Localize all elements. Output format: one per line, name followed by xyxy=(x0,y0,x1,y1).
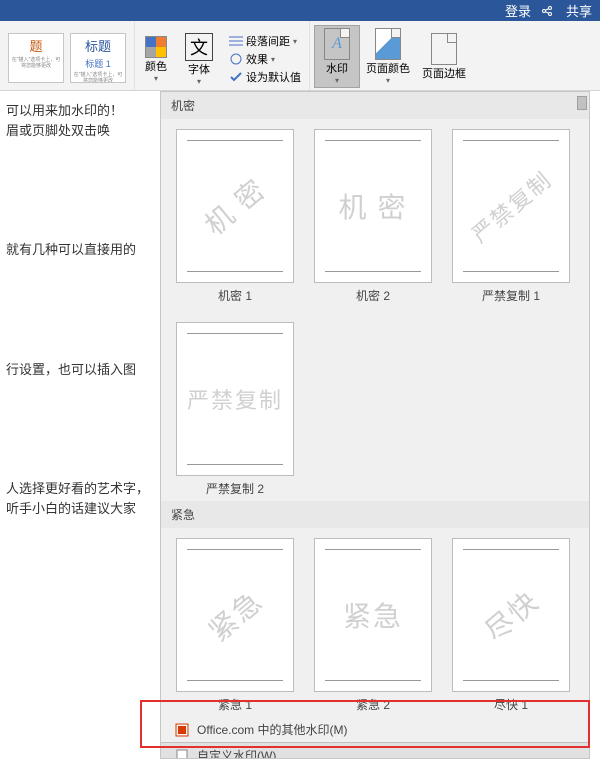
chevron-down-icon: ▾ xyxy=(154,74,158,83)
style-box[interactable]: 标题 标题 1 在"描入"选项卡上，可将您能够更改 xyxy=(70,33,126,83)
office-icon xyxy=(175,723,189,737)
watermark-button[interactable]: A 水印 ▾ xyxy=(314,25,360,88)
colors-button[interactable]: 颜色 ▾ xyxy=(139,31,173,88)
fonts-button[interactable]: 文 字体 ▾ xyxy=(179,31,219,88)
colors-icon xyxy=(145,36,167,58)
login-button[interactable]: 登录 xyxy=(505,1,531,20)
effects-icon xyxy=(229,53,243,65)
font-icon: 文 xyxy=(185,33,213,61)
watermark-option[interactable]: 机 密 机密 2 xyxy=(313,129,433,304)
effects-button[interactable]: 效果▾ xyxy=(229,51,301,67)
custom-watermark[interactable]: 自定义水印(W)... xyxy=(161,742,589,759)
page-background-group: A 水印 ▾ 页面颜色 ▾ 页面边框 xyxy=(310,21,476,90)
document-body: 可以用来加水印的！眉或页脚处双击唤 就有几种可以直接用的 行设置，也可以插入图 … xyxy=(0,91,160,536)
title-bar: 登录 共享 xyxy=(0,0,600,21)
share-icon xyxy=(541,5,553,17)
watermark-gallery: 机密 机 密 机密 1 机 密 机密 2 严禁复制 严禁复制 1 严禁复制 严禁… xyxy=(160,91,590,759)
theme-group: 颜色 ▾ 文 字体 ▾ 段落间距▾ 效果▾ 设为默认值 xyxy=(135,21,310,90)
chevron-down-icon: ▾ xyxy=(197,77,201,86)
more-office-watermarks[interactable]: Office.com 中的其他水印(M) xyxy=(161,717,589,742)
paragraph-spacing-button[interactable]: 段落间距▾ xyxy=(229,33,301,49)
watermark-option[interactable]: 机 密 机密 1 xyxy=(175,129,295,304)
page-color-button[interactable]: 页面颜色 ▾ xyxy=(360,25,416,88)
check-icon xyxy=(229,71,243,83)
watermark-option[interactable]: 紧急 紧急 2 xyxy=(313,538,433,713)
page-color-icon xyxy=(375,28,401,60)
gallery-section-header: 机密 xyxy=(161,92,589,119)
watermark-option[interactable]: 严禁复制 严禁复制 1 xyxy=(451,129,571,304)
set-default-button[interactable]: 设为默认值 xyxy=(229,69,301,85)
styles-group: 题 在"描入"选项卡上，可将您能够更改 标题 标题 1 在"描入"选项卡上，可将… xyxy=(0,21,135,90)
watermark-option[interactable]: 尽快 尽快 1 xyxy=(451,538,571,713)
scrollbar[interactable] xyxy=(577,96,587,110)
page-borders-button[interactable]: 页面边框 xyxy=(416,25,472,88)
body-text: 就有几种可以直接用的 xyxy=(6,240,154,260)
page-icon xyxy=(175,749,189,759)
chevron-down-icon: ▾ xyxy=(386,76,390,85)
body-text: 人选择更好看的艺术字，听手小白的话建议大家 xyxy=(6,479,154,518)
ribbon: 题 在"描入"选项卡上，可将您能够更改 标题 标题 1 在"描入"选项卡上，可将… xyxy=(0,21,600,91)
watermark-option[interactable]: 紧急 紧急 1 xyxy=(175,538,295,713)
format-options: 段落间距▾ 效果▾ 设为默认值 xyxy=(225,31,305,88)
style-box[interactable]: 题 在"描入"选项卡上，可将您能够更改 xyxy=(8,33,64,83)
style-gallery[interactable]: 题 在"描入"选项卡上，可将您能够更改 标题 标题 1 在"描入"选项卡上，可将… xyxy=(4,30,130,88)
body-text: 可以用来加水印的！眉或页脚处双击唤 xyxy=(6,101,154,140)
watermark-option[interactable]: 严禁复制 严禁复制 2 xyxy=(175,322,295,497)
watermark-icon: A xyxy=(324,28,350,60)
page-borders-icon xyxy=(431,33,457,65)
body-text: 行设置，也可以插入图 xyxy=(6,360,154,380)
chevron-down-icon: ▾ xyxy=(335,76,339,85)
share-button[interactable]: 共享 xyxy=(541,1,592,20)
spacing-icon xyxy=(229,35,243,47)
gallery-section-header: 紧急 xyxy=(161,501,589,528)
